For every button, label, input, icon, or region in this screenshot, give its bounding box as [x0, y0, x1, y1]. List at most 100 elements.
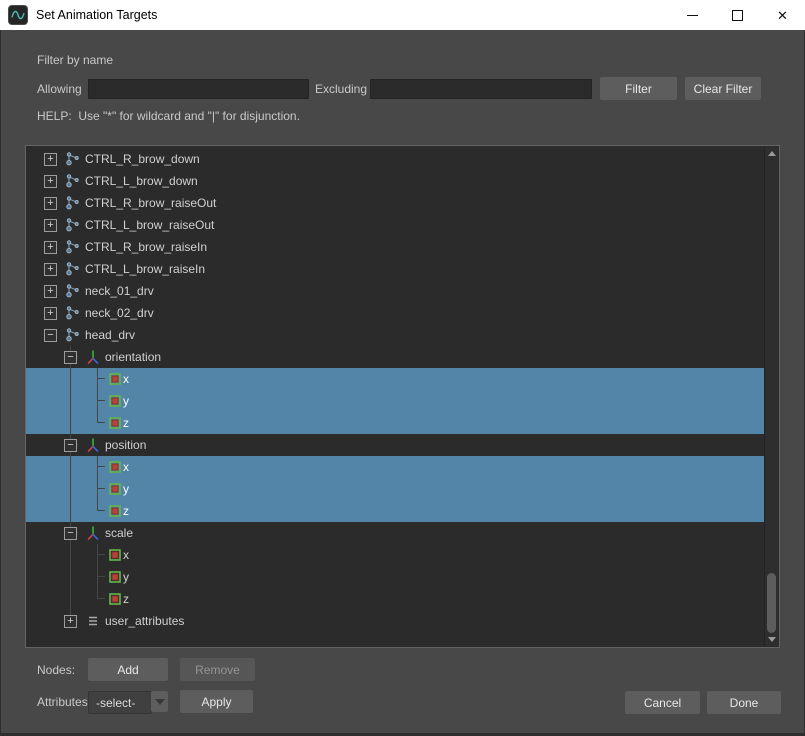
- attributes-select[interactable]: -select-: [88, 691, 152, 714]
- tree-row[interactable]: x: [26, 368, 765, 390]
- tree-row[interactable]: y: [26, 566, 765, 588]
- axis-tripod-icon: [85, 437, 101, 453]
- expand-icon[interactable]: +: [44, 153, 57, 166]
- axis-tripod-icon: [85, 525, 101, 541]
- transform-node-icon: [65, 327, 81, 343]
- tree-row[interactable]: + CTRL_L_brow_down: [26, 170, 765, 192]
- expand-icon[interactable]: +: [44, 263, 57, 276]
- tree-row[interactable]: − scale: [26, 522, 765, 544]
- tree-row[interactable]: y: [26, 478, 765, 500]
- excluding-input[interactable]: [370, 79, 592, 99]
- expand-icon[interactable]: +: [64, 615, 77, 628]
- transform-node-icon: [65, 195, 81, 211]
- tree-connector-line: [97, 488, 105, 489]
- attribute-icon: [109, 593, 121, 605]
- help-text: HELP: Use "*" for wildcard and "|" for d…: [37, 109, 300, 123]
- tree-row[interactable]: z: [26, 412, 765, 434]
- tree-item-label: y: [123, 394, 129, 408]
- tree-rows: +CTRL_R_brow_down+CTRL_L_brow_down+CTRL_…: [26, 146, 765, 647]
- expand-icon[interactable]: +: [44, 175, 57, 188]
- attribute-icon: [109, 395, 121, 407]
- tree-row[interactable]: −head_drv: [26, 324, 765, 346]
- transform-node-icon: [65, 151, 81, 167]
- tree-item-label: z: [123, 592, 129, 606]
- tree-item-label: y: [123, 570, 129, 584]
- tree-item-label: orientation: [105, 350, 161, 364]
- tree-row[interactable]: y: [26, 390, 765, 412]
- tree-item-label: scale: [105, 526, 133, 540]
- collapse-icon[interactable]: −: [64, 439, 77, 452]
- minimize-button[interactable]: [670, 0, 715, 30]
- tree-connector-line: [97, 368, 98, 423]
- expand-icon[interactable]: +: [44, 285, 57, 298]
- expand-icon[interactable]: +: [44, 241, 57, 254]
- excluding-label: Excluding: [315, 82, 367, 96]
- app-icon: [8, 5, 28, 25]
- remove-button[interactable]: Remove: [180, 658, 255, 681]
- tree-item-label: y: [123, 482, 129, 496]
- tree-row[interactable]: x: [26, 456, 765, 478]
- attribute-icon: [109, 571, 121, 583]
- tree-connector-line: [97, 422, 105, 423]
- chevron-down-icon: [155, 699, 165, 705]
- attribute-icon: [109, 483, 121, 495]
- tree-row[interactable]: +neck_02_drv: [26, 302, 765, 324]
- scroll-down-icon[interactable]: [768, 637, 776, 642]
- collapse-icon[interactable]: −: [44, 329, 57, 342]
- axis-tripod-icon: [85, 349, 101, 365]
- done-button[interactable]: Done: [707, 691, 781, 714]
- transform-node-icon: [65, 261, 81, 277]
- clear-filter-button[interactable]: Clear Filter: [685, 77, 761, 100]
- tree-item-label: x: [123, 460, 129, 474]
- allowing-input[interactable]: [88, 79, 309, 99]
- scrollbar[interactable]: [764, 147, 778, 646]
- collapse-icon[interactable]: −: [64, 527, 77, 540]
- tree-item-label: CTRL_R_brow_raiseIn: [85, 240, 207, 254]
- tree-item-label: CTRL_L_brow_down: [85, 174, 198, 188]
- allowing-label: Allowing: [37, 82, 82, 96]
- tree-row[interactable]: + CTRL_R_brow_raiseIn: [26, 236, 765, 258]
- tree-row[interactable]: z: [26, 588, 765, 610]
- maximize-button[interactable]: [715, 0, 760, 30]
- attributes-select-arrow-button[interactable]: [151, 691, 168, 712]
- tree-row[interactable]: +neck_01_drv: [26, 280, 765, 302]
- tree-row[interactable]: +CTRL_L_brow_raiseIn: [26, 258, 765, 280]
- tree-row[interactable]: + CTRL_L_brow_raiseOut: [26, 214, 765, 236]
- tree-row[interactable]: + user_attributes: [26, 610, 765, 632]
- attribute-icon: [109, 373, 121, 385]
- tree-row[interactable]: +CTRL_R_brow_down: [26, 148, 765, 170]
- minimize-icon: [687, 15, 698, 16]
- add-button[interactable]: Add: [88, 658, 168, 681]
- collapse-icon[interactable]: −: [64, 351, 77, 364]
- cancel-button[interactable]: Cancel: [625, 691, 700, 714]
- transform-node-icon: [65, 217, 81, 233]
- attribute-icon: [109, 549, 121, 561]
- tree-item-label: user_attributes: [105, 614, 184, 628]
- tree-row[interactable]: − position: [26, 434, 765, 456]
- titlebar[interactable]: Set Animation Targets ✕: [0, 0, 805, 30]
- tree-connector-line: [97, 378, 105, 379]
- filter-button[interactable]: Filter: [600, 77, 677, 100]
- attribute-icon: [109, 461, 121, 473]
- tree-row[interactable]: +CTRL_R_brow_raiseOut: [26, 192, 765, 214]
- close-button[interactable]: ✕: [760, 0, 805, 30]
- tree-row[interactable]: − orientation: [26, 346, 765, 368]
- tree-panel: +CTRL_R_brow_down+CTRL_L_brow_down+CTRL_…: [25, 145, 780, 648]
- expand-icon[interactable]: +: [44, 197, 57, 210]
- scrollbar-thumb[interactable]: [767, 573, 776, 633]
- tree-item-label: CTRL_L_brow_raiseOut: [85, 218, 214, 232]
- tree-row[interactable]: x: [26, 544, 765, 566]
- expand-icon[interactable]: +: [44, 219, 57, 232]
- attributes-label: Attributes:: [37, 695, 91, 709]
- tree-item-label: position: [105, 438, 146, 452]
- tree-connector-line: [97, 598, 105, 599]
- tree-connector-line: [97, 400, 105, 401]
- filter-section-label: Filter by name: [37, 53, 113, 67]
- tree-item-label: x: [123, 372, 129, 386]
- apply-button[interactable]: Apply: [180, 690, 253, 713]
- tree-connector-line: [97, 466, 105, 467]
- expand-icon[interactable]: +: [44, 307, 57, 320]
- tree-row[interactable]: z: [26, 500, 765, 522]
- scroll-up-icon[interactable]: [768, 151, 776, 156]
- transform-node-icon: [65, 173, 81, 189]
